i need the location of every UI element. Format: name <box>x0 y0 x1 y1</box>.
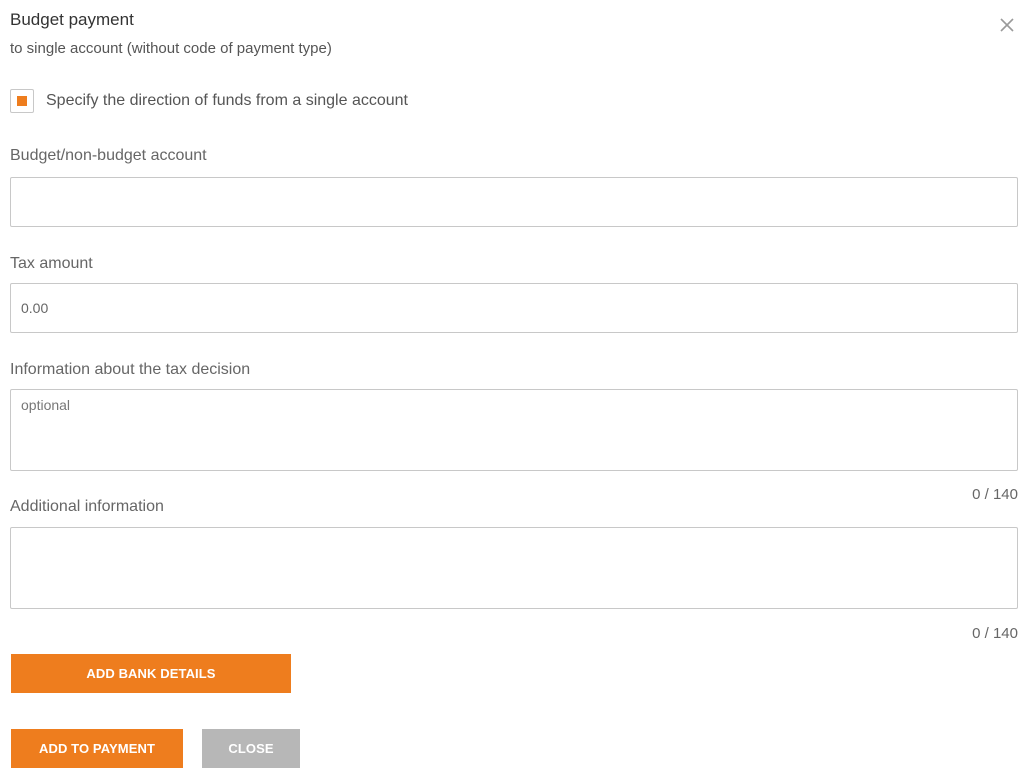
tax-decision-label: Information about the tax decision <box>10 361 251 378</box>
single-account-checkbox-label: Specify the direction of funds from a si… <box>46 92 408 109</box>
tax-amount-input[interactable] <box>10 283 1018 333</box>
account-input[interactable] <box>10 177 1018 227</box>
budget-payment-dialog: Budget payment to single account (withou… <box>0 0 1022 769</box>
dialog-subtitle: to single account (without code of payme… <box>10 40 332 57</box>
tax-amount-label: Tax amount <box>10 255 93 272</box>
additional-info-textarea[interactable] <box>10 527 1018 609</box>
add-to-payment-button[interactable]: ADD TO PAYMENT <box>11 729 183 768</box>
single-account-checkbox[interactable] <box>10 89 34 113</box>
tax-decision-char-counter: 0 / 140 <box>972 486 1018 503</box>
single-account-checkbox-row[interactable]: Specify the direction of funds from a si… <box>10 88 408 114</box>
account-field-label: Budget/non-budget account <box>10 147 207 164</box>
add-bank-details-button[interactable]: ADD BANK DETAILS <box>11 654 291 693</box>
checkbox-checked-mark <box>17 96 27 106</box>
dialog-title: Budget payment <box>10 10 134 29</box>
tax-decision-textarea[interactable] <box>10 389 1018 471</box>
additional-info-label: Additional information <box>10 498 164 515</box>
close-button[interactable]: CLOSE <box>202 729 300 768</box>
additional-info-char-counter: 0 / 140 <box>972 625 1018 642</box>
close-icon[interactable] <box>996 14 1018 36</box>
